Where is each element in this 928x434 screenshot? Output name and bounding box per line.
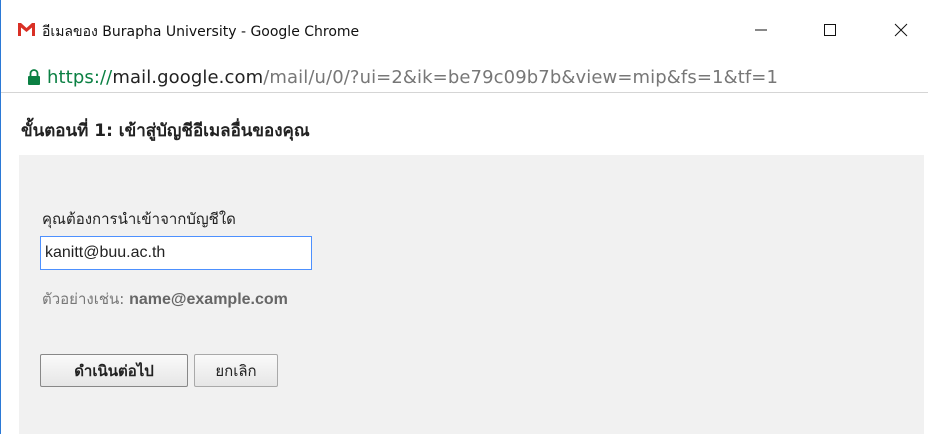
maximize-icon — [824, 24, 836, 36]
url-scheme: https:// — [47, 66, 113, 88]
close-icon — [894, 23, 908, 37]
minimize-button[interactable] — [739, 14, 783, 46]
address-bar[interactable]: https://mail.google.com/mail/u/0/?ui=2&i… — [1, 62, 928, 93]
minimize-icon — [755, 29, 767, 31]
example-hint: ตัวอย่างเช่น: name@example.com — [42, 287, 288, 311]
lock-icon — [28, 69, 40, 85]
cancel-button[interactable]: ยกเลิก — [194, 354, 278, 387]
title-bar[interactable]: อีเมลของ Burapha University - Google Chr… — [1, 0, 928, 62]
example-email: name@example.com — [129, 291, 288, 308]
url-text[interactable]: https://mail.google.com/mail/u/0/?ui=2&i… — [47, 67, 778, 88]
close-button[interactable] — [879, 14, 923, 46]
example-prefix: ตัวอย่างเช่น: — [42, 290, 125, 308]
window-title: อีเมลของ Burapha University - Google Chr… — [42, 24, 360, 40]
page-title: ขั้นตอนที่ 1: เข้าสู่บัญชีอีเมลอื่นของคุ… — [21, 121, 310, 141]
url-path: /mail/u/0/?ui=2&ik=be79c09b7b&view=mip&f… — [263, 66, 779, 88]
account-prompt-label: คุณต้องการนำเข้าจากบัญชีใด — [42, 210, 236, 228]
gmail-logo — [18, 23, 35, 36]
import-form-panel: คุณต้องการนำเข้าจากบัญชีใด ตัวอย่างเช่น:… — [19, 155, 924, 434]
continue-button[interactable]: ดำเนินต่อไป — [40, 354, 188, 387]
chrome-popup-window: อีเมลของ Burapha University - Google Chr… — [0, 0, 928, 434]
maximize-button[interactable] — [808, 14, 852, 46]
url-host: mail.google.com — [112, 66, 264, 88]
email-address-input[interactable] — [40, 236, 312, 270]
